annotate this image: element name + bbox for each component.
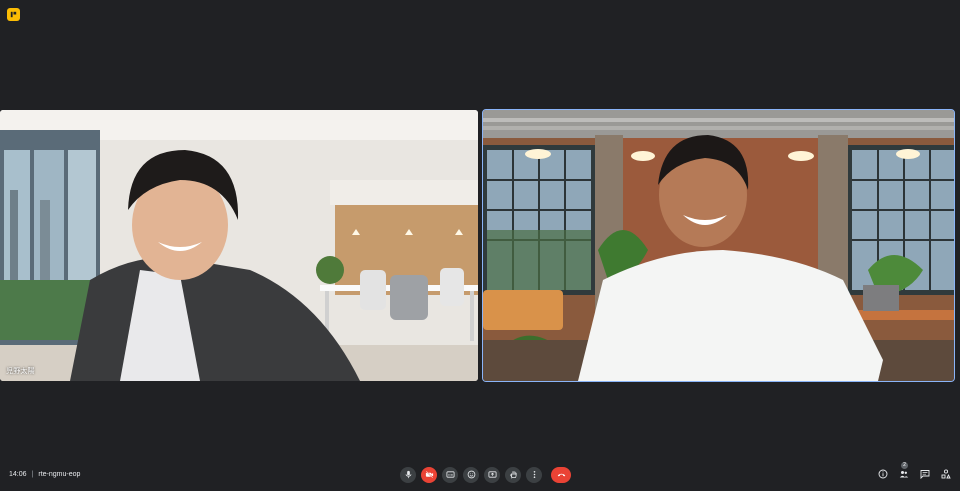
meeting-control-bar: 14:06 | rte-ngmu-eop 2 — [0, 462, 960, 491]
more-options-icon — [533, 470, 535, 479]
people-icon — [899, 471, 909, 478]
participant-video — [0, 110, 478, 381]
emoji-icon — [467, 470, 475, 479]
chat-icon — [920, 470, 930, 479]
participant-tile-2[interactable] — [482, 109, 955, 382]
reactions-button[interactable] — [463, 466, 479, 483]
mic-icon — [405, 470, 411, 479]
activities-button[interactable] — [940, 468, 952, 480]
participant-video — [483, 110, 954, 381]
call-controls — [400, 466, 571, 483]
meeting-details-button[interactable] — [877, 468, 889, 480]
meeting-code: rte-ngmu-eop — [38, 471, 81, 478]
leave-call-button[interactable] — [551, 466, 571, 483]
camera-off-icon — [425, 470, 433, 479]
captions-icon — [445, 471, 455, 478]
camera-button[interactable] — [421, 466, 437, 483]
chat-button[interactable] — [919, 468, 931, 480]
end-call-icon — [557, 473, 565, 477]
meeting-info: 14:06 | rte-ngmu-eop — [9, 471, 80, 478]
microphone-button[interactable] — [400, 466, 416, 483]
participant-name: 児野太陽 — [6, 368, 35, 375]
people-button[interactable]: 2 — [898, 462, 910, 480]
participant-tile-1[interactable]: 児野太陽 — [0, 110, 478, 381]
present-icon — [487, 471, 497, 478]
info-icon — [878, 469, 888, 479]
present-button[interactable] — [484, 466, 500, 483]
meeting-info-separator: | — [31, 471, 34, 478]
raise-hand-button[interactable] — [505, 466, 521, 483]
raise-hand-icon — [509, 470, 517, 479]
captions-button[interactable] — [442, 466, 458, 483]
app-logo-icon — [7, 8, 20, 21]
people-count-badge: 2 — [901, 462, 908, 469]
more-options-button[interactable] — [526, 466, 542, 483]
meeting-time: 14:06 — [9, 471, 27, 478]
activities-icon — [941, 469, 951, 479]
side-panel-controls: 2 — [877, 462, 952, 480]
